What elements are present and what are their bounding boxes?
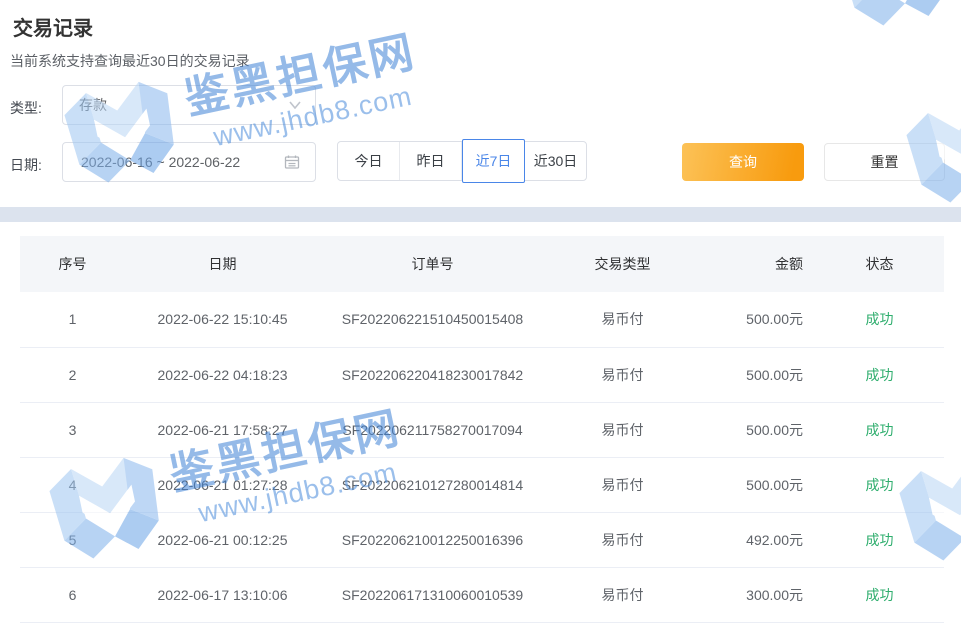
date-cell: 2022-06-21 17:58:27	[125, 402, 320, 457]
column-header: 状态	[815, 236, 944, 292]
table-row: 62022-06-17 13:10:06SF202206171310060010…	[20, 567, 944, 622]
index-cell: 1	[20, 292, 125, 347]
cube-m-logo-icon	[828, 0, 961, 40]
amount-cell: 500.00元	[700, 292, 815, 347]
order-no-cell: SF202206211758270017094	[320, 402, 545, 457]
divider-band	[0, 207, 961, 222]
amount-cell: 500.00元	[700, 457, 815, 512]
date-range-input[interactable]: 2022-06-16 ~ 2022-06-22	[62, 142, 316, 182]
status-cell: 成功	[815, 512, 944, 567]
table-body: 12022-06-22 15:10:45SF202206221510450015…	[20, 292, 944, 622]
index-cell: 6	[20, 567, 125, 622]
order-no-cell: SF202206220418230017842	[320, 347, 545, 402]
table-row: 32022-06-21 17:58:27SF202206211758270017…	[20, 402, 944, 457]
watermark: 鉴黑担保网 www.jhdb8.com	[828, 0, 961, 40]
column-header: 日期	[125, 236, 320, 292]
page-title: 交易记录	[13, 12, 93, 41]
watermark: 鉴黑担保网 www.jhdb8.com	[895, 35, 961, 216]
date-cell: 2022-06-17 13:10:06	[125, 567, 320, 622]
type-select[interactable]: 存款	[62, 85, 316, 125]
index-cell: 4	[20, 457, 125, 512]
order-no-cell: SF202206210127280014814	[320, 457, 545, 512]
table-row: 42022-06-21 01:27:28SF202206210127280014…	[20, 457, 944, 512]
date-cell: 2022-06-21 01:27:28	[125, 457, 320, 512]
type-cell: 易币付	[545, 567, 700, 622]
column-header: 订单号	[320, 236, 545, 292]
status-cell: 成功	[815, 457, 944, 512]
quick-range-button[interactable]: 近7日	[462, 139, 525, 183]
transactions-table: 序号日期订单号交易类型金额状态 12022-06-22 15:10:45SF20…	[20, 236, 944, 623]
amount-cell: 500.00元	[700, 402, 815, 457]
page-subtitle: 当前系统支持查询最近30日的交易记录	[10, 51, 250, 71]
date-cell: 2022-06-21 00:12:25	[125, 512, 320, 567]
order-no-cell: SF202206171310060010539	[320, 567, 545, 622]
amount-cell: 492.00元	[700, 512, 815, 567]
type-label: 类型:	[10, 98, 42, 118]
transaction-records-page: 交易记录 当前系统支持查询最近30日的交易记录 类型: 存款 日期: 2022-…	[0, 0, 961, 624]
status-cell: 成功	[815, 402, 944, 457]
table-row: 22022-06-22 04:18:23SF202206220418230017…	[20, 347, 944, 402]
status-cell: 成功	[815, 347, 944, 402]
search-button[interactable]: 查询	[682, 143, 804, 181]
quick-range-button[interactable]: 昨日	[400, 142, 462, 180]
order-no-cell: SF202206221510450015408	[320, 292, 545, 347]
column-header: 金额	[700, 236, 815, 292]
table-row: 52022-06-21 00:12:25SF202206210012250016…	[20, 512, 944, 567]
date-label: 日期:	[10, 155, 42, 175]
amount-cell: 500.00元	[700, 347, 815, 402]
order-no-cell: SF202206210012250016396	[320, 512, 545, 567]
table-row: 12022-06-22 15:10:45SF202206221510450015…	[20, 292, 944, 347]
date-range-value: 2022-06-16 ~ 2022-06-22	[81, 154, 240, 170]
amount-cell: 300.00元	[700, 567, 815, 622]
index-cell: 3	[20, 402, 125, 457]
column-header: 交易类型	[545, 236, 700, 292]
quick-range-button[interactable]: 今日	[338, 142, 400, 180]
reset-button[interactable]: 重置	[824, 143, 945, 181]
status-cell: 成功	[815, 567, 944, 622]
type-cell: 易币付	[545, 402, 700, 457]
calendar-icon	[284, 154, 300, 170]
column-header: 序号	[20, 236, 125, 292]
table-header-row: 序号日期订单号交易类型金额状态	[20, 236, 944, 292]
type-cell: 易币付	[545, 457, 700, 512]
index-cell: 2	[20, 347, 125, 402]
type-cell: 易币付	[545, 512, 700, 567]
type-select-value: 存款	[79, 95, 107, 115]
quick-range-group: 今日昨日近7日近30日	[337, 141, 587, 181]
quick-range-button[interactable]: 近30日	[525, 142, 586, 180]
type-cell: 易币付	[545, 292, 700, 347]
type-cell: 易币付	[545, 347, 700, 402]
date-cell: 2022-06-22 04:18:23	[125, 347, 320, 402]
date-cell: 2022-06-22 15:10:45	[125, 292, 320, 347]
chevron-down-icon	[289, 101, 301, 109]
index-cell: 5	[20, 512, 125, 567]
status-cell: 成功	[815, 292, 944, 347]
